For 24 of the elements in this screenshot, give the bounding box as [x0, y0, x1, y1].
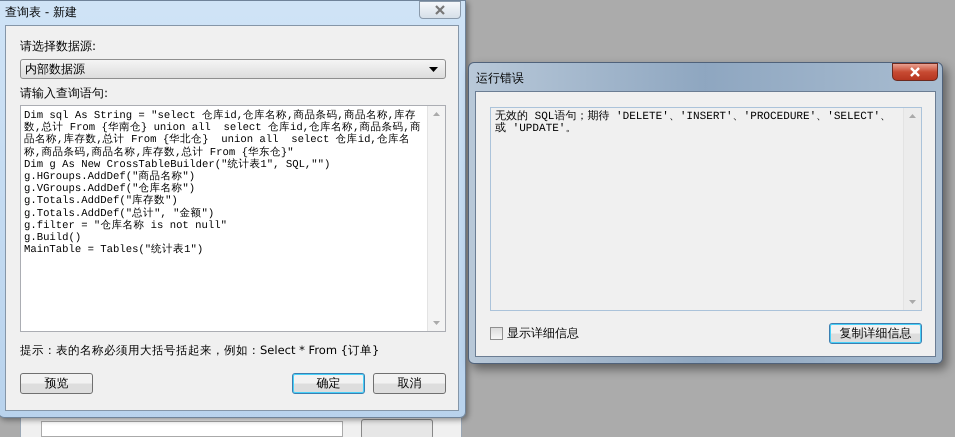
datasource-label: 请选择数据源: — [20, 38, 98, 54]
scroll-down-icon — [909, 300, 916, 304]
close-button[interactable] — [892, 63, 938, 81]
dialog-button[interactable]: 取消 — [373, 373, 446, 394]
scroll-down-icon — [433, 321, 440, 325]
query-label: 请输入查询语句: — [20, 85, 110, 101]
window-title: 运行错误 — [476, 70, 524, 87]
scroll-up-icon — [909, 114, 916, 118]
close-icon — [909, 67, 921, 77]
close-icon — [434, 5, 446, 15]
dialog-button[interactable]: 确定 — [292, 373, 365, 394]
dialog-button[interactable]: 预览 — [20, 373, 93, 394]
checkbox-label: 显示详细信息 — [507, 325, 579, 342]
scroll-up-icon — [433, 112, 440, 116]
window-title: 查询表 - 新建 — [5, 4, 77, 20]
query-text-area[interactable]: Dim sql As String = "select 仓库id,仓库名称,商品条码,商品名称,库存数,总计 From {华南仓} union all select 仓库id,仓库名称,商品条码,商品名称,库存数,总计 From {华北仓} union all select 仓库id,仓库名称,商品条码,商品名称,库存数,总计 From {华东仓}" Dim g As New CrossTableBuilder("统计表1", SQL,"") g.HGroups.AddDef("商品名称") g.VGroups.AddDef("仓库名称") g.Totals.AddDef("库存数") g.Totals.AddDef("总计", "金额") g.filter = "仓库名称 is not null" g.Build() MainTable = Tables("统计表1") — [20, 105, 446, 332]
checkbox[interactable] — [490, 327, 503, 340]
datasource-dropdown[interactable]: 内部数据源 — [20, 59, 446, 79]
error-message: 无效的 SQL语句；期待 'DELETE'、'INSERT'、'PROCEDURE'、'SELECT'、或 'UPDATE'。 — [494, 109, 892, 137]
copy-details-button[interactable]: 复制详细信息 — [829, 323, 922, 344]
dropdown-arrow-icon — [429, 66, 438, 72]
hint-text: 提示：表的名称必须用大括号括起来，例如：Select * From {订单} — [20, 343, 380, 358]
scrollbar[interactable] — [427, 106, 445, 331]
scrollbar[interactable] — [903, 108, 921, 310]
